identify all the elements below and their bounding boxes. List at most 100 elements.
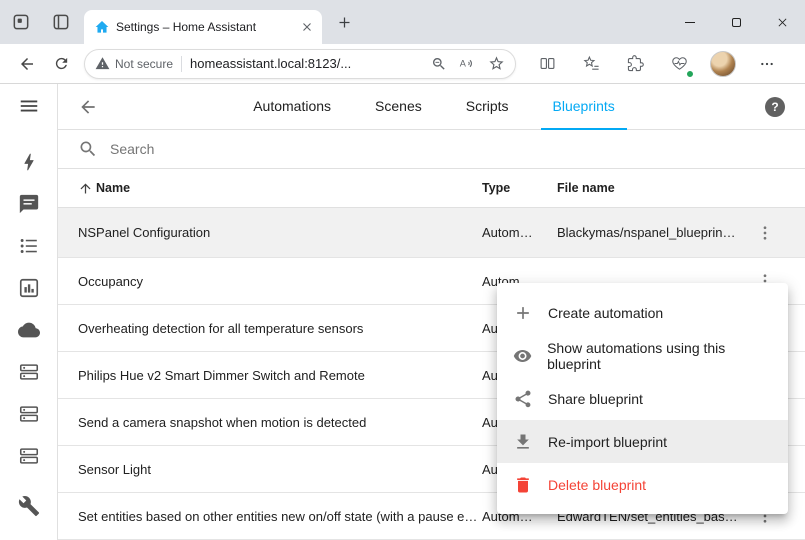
cell-name: Overheating detection for all temperatur… <box>78 321 482 336</box>
search-row <box>58 130 805 169</box>
read-aloud-icon[interactable]: A <box>459 55 476 72</box>
new-tab-button[interactable] <box>330 8 358 36</box>
cell-name: NSPanel Configuration <box>78 225 482 240</box>
menu-item-reimport-blueprint[interactable]: Re-import blueprint <box>497 420 788 463</box>
profile-button[interactable] <box>706 47 740 81</box>
sidebar-item-cloud[interactable] <box>8 309 50 351</box>
blueprint-name: Sensor Light <box>78 462 151 477</box>
wrench-icon <box>18 495 40 517</box>
workspaces-button[interactable] <box>8 9 34 35</box>
sidebar-item-todo-list[interactable] <box>8 225 50 267</box>
help-button[interactable]: ? <box>763 95 787 119</box>
search-input[interactable] <box>110 141 785 157</box>
browser-tab[interactable]: Settings – Home Assistant <box>84 10 322 44</box>
url-text[interactable]: homeassistant.local:8123/... <box>190 56 423 71</box>
ha-tab-bar: Automations Scenes Scripts Blueprints <box>105 84 763 130</box>
addressbar-divider <box>181 56 182 72</box>
ha-back-button[interactable] <box>71 90 105 124</box>
cell-name: Set entities based on other entities new… <box>78 509 482 524</box>
tab-scenes[interactable]: Scenes <box>363 84 434 130</box>
workspaces-icon <box>18 19 22 23</box>
cloud-icon <box>18 319 40 341</box>
split-screen-button[interactable] <box>530 47 564 81</box>
blueprint-name: Philips Hue v2 Smart Dimmer Switch and R… <box>78 368 365 383</box>
table-header: Name Type File name <box>58 169 805 208</box>
bar-chart-icon <box>18 277 40 299</box>
server-icon <box>18 361 40 383</box>
tab-label: Automations <box>253 98 331 114</box>
extensions-button[interactable] <box>618 47 652 81</box>
column-header-file[interactable]: File name <box>557 181 753 195</box>
cell-file: Blackymas/nspanel_blueprin… <box>557 225 753 240</box>
tab-close-button[interactable] <box>298 18 316 36</box>
back-button[interactable] <box>10 47 44 81</box>
tab-blueprints[interactable]: Blueprints <box>541 84 627 130</box>
column-header-type[interactable]: Type <box>482 181 557 195</box>
cell-name: Send a camera snapshot when motion is de… <box>78 415 482 430</box>
close-window-icon <box>777 17 788 28</box>
settings-more-button[interactable] <box>750 47 784 81</box>
addressbar-icons: A <box>431 55 505 72</box>
close-icon <box>301 21 313 33</box>
profile-avatar <box>710 51 736 77</box>
sidebar-item-logbook[interactable] <box>8 183 50 225</box>
menu-item-show-automations[interactable]: Show automations using this blueprint <box>497 334 788 377</box>
refresh-button[interactable] <box>44 47 78 81</box>
blueprint-name: Send a camera snapshot when motion is de… <box>78 415 366 430</box>
menu-item-share-blueprint[interactable]: Share blueprint <box>497 377 788 420</box>
favorite-star-icon[interactable] <box>488 55 505 72</box>
favorites-button[interactable] <box>574 47 608 81</box>
blueprint-name: NSPanel Configuration <box>78 225 210 240</box>
sidebar-item-hub-2[interactable] <box>8 393 50 435</box>
sidebar-tools <box>8 485 50 527</box>
menu-item-label: Share blueprint <box>548 391 643 407</box>
maximize-button[interactable] <box>713 0 759 44</box>
close-window-button[interactable] <box>759 0 805 44</box>
titlebar-left-icons <box>8 9 74 35</box>
menu-item-label: Create automation <box>548 305 663 321</box>
navbar-right-icons <box>530 47 784 81</box>
search-icon <box>78 139 98 159</box>
sidebar-menu-button[interactable] <box>8 84 50 128</box>
split-screen-icon <box>539 55 556 72</box>
sidebar-item-hub-3[interactable] <box>8 435 50 477</box>
cell-name: Philips Hue v2 Smart Dimmer Switch and R… <box>78 368 482 383</box>
address-bar[interactable]: Not secure homeassistant.local:8123/... … <box>84 49 516 79</box>
more-horizontal-icon <box>759 56 775 72</box>
row-overflow-button[interactable] <box>753 224 777 242</box>
refresh-icon <box>53 55 70 72</box>
security-label[interactable]: Not secure <box>115 57 173 71</box>
chat-bubble-icon <box>18 193 40 215</box>
tab-title: Settings – Home Assistant <box>116 20 292 34</box>
tab-automations[interactable]: Automations <box>241 84 343 130</box>
server-icon <box>18 403 40 425</box>
table-row[interactable]: NSPanel Configuration Autom… Blackymas/n… <box>58 208 805 258</box>
tab-label: Blueprints <box>553 98 615 114</box>
not-secure-warning-icon <box>95 56 110 71</box>
tab-actions-button[interactable] <box>48 9 74 35</box>
sidebar-item-hub-1[interactable] <box>8 351 50 393</box>
tab-scripts[interactable]: Scripts <box>454 84 521 130</box>
window-controls <box>667 0 805 44</box>
menu-item-create-automation[interactable]: Create automation <box>497 291 788 334</box>
minimize-button[interactable] <box>667 0 713 44</box>
lightning-bolt-icon <box>18 151 40 173</box>
help-icon: ? <box>765 97 785 117</box>
ha-header: Automations Scenes Scripts Blueprints ? <box>58 84 805 130</box>
sidebar-item-developer-tools[interactable] <box>8 485 50 527</box>
column-label: Type <box>482 181 510 195</box>
column-header-name[interactable]: Name <box>78 181 482 196</box>
zoom-out-icon[interactable] <box>431 56 447 72</box>
download-icon <box>513 432 533 452</box>
blueprint-context-menu: Create automation Show automations using… <box>497 283 788 514</box>
plus-icon <box>513 303 533 323</box>
hamburger-menu-icon <box>18 95 40 117</box>
cell-name: Occupancy <box>78 274 482 289</box>
sidebar-item-energy[interactable] <box>8 141 50 183</box>
menu-item-delete-blueprint[interactable]: Delete blueprint <box>497 463 788 506</box>
browser-essentials-button[interactable] <box>662 47 696 81</box>
server-icon <box>18 445 40 467</box>
sidebar-item-history[interactable] <box>8 267 50 309</box>
sort-ascending-icon <box>78 181 93 196</box>
cell-name: Sensor Light <box>78 462 482 477</box>
